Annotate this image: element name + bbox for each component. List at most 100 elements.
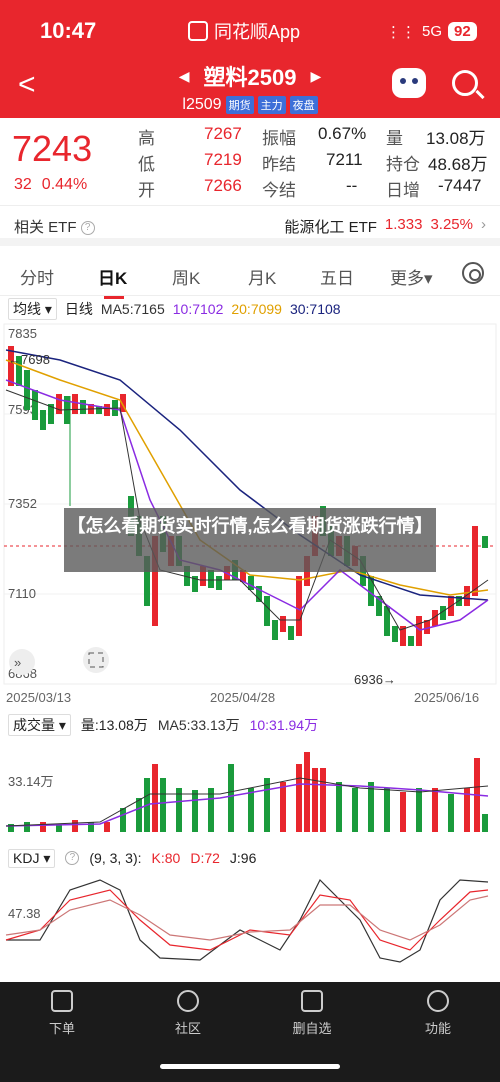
- candle: [408, 636, 414, 646]
- quote-daily-change: 日增: [386, 181, 420, 200]
- price-axis-label: 7110: [8, 586, 36, 601]
- prev-contract-icon[interactable]: ◀: [179, 68, 190, 85]
- quote-panel: 7243 32 0.44% 高 7267 低 7219 开 7266 振幅 0.…: [0, 118, 500, 206]
- kline-chart[interactable]: 7835 7593 7352 7110 6868: [0, 320, 500, 686]
- contract-code: l2509: [182, 96, 222, 113]
- quote-prev-settle: 昨结: [262, 155, 296, 174]
- quote-settle: 今结: [262, 181, 296, 200]
- kdj-k-line: [5, 889, 489, 951]
- etf-price: 1.333: [384, 216, 423, 233]
- change-pct: 0.44%: [41, 176, 88, 193]
- search-icon[interactable]: [452, 70, 478, 96]
- tag-night: 夜盘: [289, 96, 318, 114]
- collapse-button[interactable]: [9, 649, 35, 675]
- quote-settle-value: --: [346, 176, 358, 195]
- quote-volume-value: 13.08万: [426, 129, 486, 148]
- volume-bar: [320, 768, 326, 832]
- quote-volume: 量: [386, 129, 403, 148]
- ma20-value: 20:7099: [231, 301, 282, 317]
- candle: [272, 620, 278, 640]
- tab-five-day[interactable]: 五日: [320, 264, 354, 289]
- candle: [248, 576, 254, 590]
- quote-prev-settle-value: 7211: [326, 150, 363, 169]
- home-indicator: [160, 1064, 340, 1069]
- kdj-d: D:72: [190, 850, 220, 866]
- tag-futures: 期货: [225, 96, 254, 114]
- menu-icon: [427, 990, 449, 1012]
- candle: [416, 616, 422, 646]
- price-axis-label: 7352: [8, 496, 37, 511]
- volume-bar: [120, 808, 126, 832]
- candle: [288, 626, 294, 640]
- quote-low-value: 7219: [204, 150, 242, 169]
- indicator-dropdown[interactable]: 均线 ▾: [8, 298, 57, 320]
- contract-title: ◀ 塑料2509 ▶ l2509 期货 主力 夜盘: [140, 60, 360, 114]
- etf-row[interactable]: 相关 ETF ? 能源化工 ETF 1.333 3.25% ›: [0, 206, 500, 246]
- date-label: 2025/04/28: [210, 690, 276, 705]
- ma10-value: 10:7102: [172, 301, 224, 317]
- tab-more[interactable]: 更多▾: [390, 264, 433, 289]
- volume-ma5: MA5:33.13万: [157, 717, 240, 733]
- help-icon[interactable]: ?: [80, 221, 95, 236]
- volume-bar: [280, 782, 286, 832]
- volume-bar: [40, 822, 46, 832]
- nav-row: < ◀ 塑料2509 ▶ l2509 期货 主力 夜盘: [0, 56, 500, 118]
- candle: [472, 526, 478, 596]
- back-icon[interactable]: <: [18, 68, 36, 102]
- volume-bar: [24, 822, 30, 832]
- candle: [208, 570, 214, 588]
- volume-bar: [136, 798, 142, 832]
- nav-order[interactable]: 下单: [22, 990, 102, 1037]
- candle: [32, 390, 38, 420]
- ma10-line: [5, 379, 489, 631]
- quote-open: 开: [138, 181, 155, 200]
- candle: [392, 626, 398, 642]
- candle: [24, 370, 30, 410]
- kdj-j-line: [6, 878, 489, 963]
- candle: [56, 394, 62, 414]
- etf-label: 相关 ETF ?: [14, 216, 95, 237]
- tag-main: 主力: [257, 96, 286, 114]
- ma30-value: 30:7108: [289, 301, 341, 317]
- nav-community[interactable]: 社区: [148, 990, 228, 1037]
- kdj-j: J:96: [229, 850, 257, 866]
- tab-weekly-k[interactable]: 周K: [172, 264, 200, 289]
- kdj-legend: KDJ ▾ ? (9, 3, 3): K:80 D:72 J:96: [0, 846, 500, 870]
- help-icon[interactable]: ?: [65, 851, 80, 865]
- volume-bar: [192, 790, 198, 832]
- volume-chart: 33.14万: [5, 752, 489, 832]
- nav-remove-watchlist[interactable]: 删自选: [272, 990, 352, 1037]
- fullscreen-button[interactable]: [83, 647, 109, 673]
- quote-open-interest-value: 48.68万: [428, 155, 488, 174]
- quote-amplitude: 振幅: [262, 129, 296, 148]
- tab-daily-k[interactable]: 日K: [98, 264, 127, 299]
- quote-low: 低: [138, 155, 155, 174]
- tab-intraday[interactable]: 分时: [20, 264, 54, 289]
- etf-pct: 3.25%: [430, 216, 473, 233]
- volume-bar: [160, 778, 166, 832]
- nav-functions[interactable]: 功能: [398, 990, 478, 1037]
- candle: [264, 596, 270, 626]
- assistant-robot-icon[interactable]: [392, 68, 426, 98]
- candle: [104, 404, 110, 416]
- volume-ma10-line: [5, 783, 489, 827]
- app-name: 同花顺App: [188, 18, 300, 44]
- volume-dropdown[interactable]: 成交量 ▾: [8, 714, 71, 736]
- volume-value: 量:13.08万: [80, 717, 148, 733]
- ma5-value: MA5:7165: [100, 301, 165, 317]
- candle: [216, 576, 222, 590]
- price-change: 32 0.44%: [14, 176, 87, 194]
- candle: [280, 616, 286, 632]
- settings-gear-icon[interactable]: [462, 262, 484, 284]
- volume-bar: [72, 820, 78, 832]
- period-tabs: 分时 日K 周K 月K 五日 更多▾: [0, 254, 500, 299]
- quote-daily-change-value: -7447: [438, 176, 482, 195]
- volume-bar: [400, 792, 406, 832]
- volume-bar: [432, 788, 438, 832]
- app-icon: [188, 21, 208, 41]
- kdj-dropdown[interactable]: KDJ ▾: [8, 848, 56, 868]
- double-arrow-icon: »: [14, 655, 21, 670]
- tab-monthly-k[interactable]: 月K: [248, 264, 276, 289]
- quote-high: 高: [138, 129, 155, 148]
- next-contract-icon[interactable]: ▶: [310, 68, 321, 85]
